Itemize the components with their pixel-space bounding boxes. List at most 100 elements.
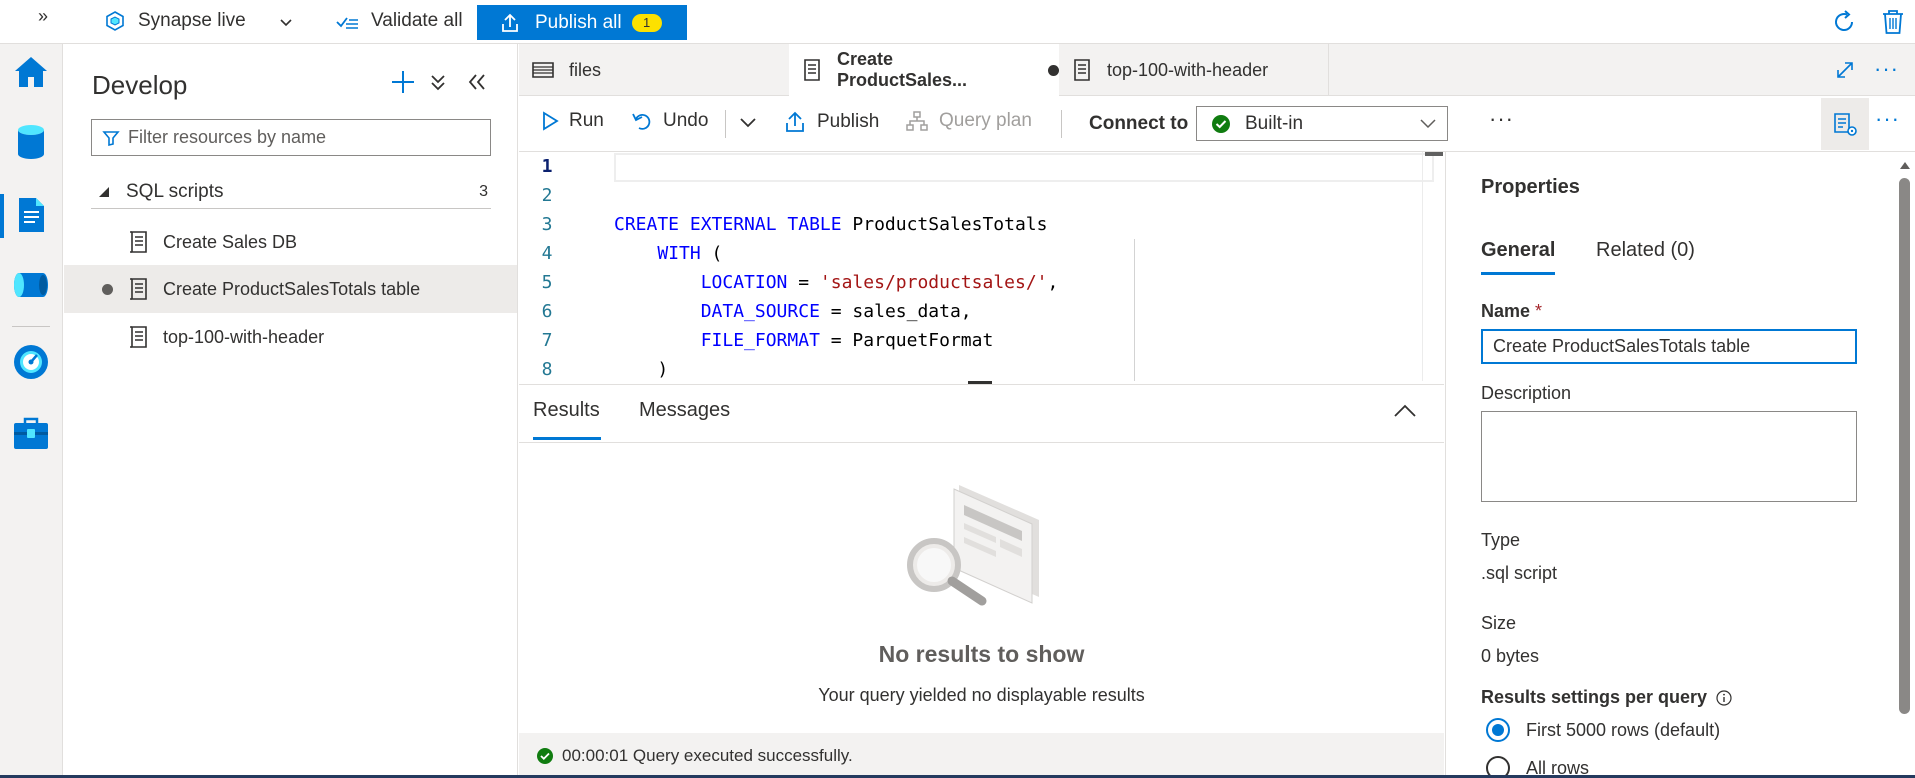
sql-text: ,	[1047, 272, 1059, 293]
code-text: FILE_FORMAT = ParquetFormat	[614, 326, 994, 355]
sql-script-icon	[128, 325, 150, 349]
home-icon[interactable]	[10, 51, 52, 93]
undo-dropdown-icon[interactable]	[739, 116, 757, 130]
monitor-icon[interactable]	[10, 341, 52, 383]
add-resource-button[interactable]	[389, 68, 417, 96]
filter-resources-input-box[interactable]	[91, 119, 491, 156]
code-line[interactable]: 6 DATA_SOURCE = sales_data,	[519, 297, 1419, 326]
code-editor[interactable]: 1 2 3 CREATE EXTERNAL TABLE ProductSalesTot…	[519, 152, 1444, 381]
code-line[interactable]: 2	[519, 181, 1419, 210]
radio-label: First 5000 rows (default)	[1526, 719, 1721, 740]
editor-toolbar: Run Undo Publish Query plan Connect to B…	[519, 96, 1915, 152]
develop-title: Develop	[92, 70, 188, 100]
rail-divider	[12, 326, 50, 327]
sql-text: (	[700, 243, 723, 264]
editor-scrollbar[interactable]	[1422, 152, 1444, 381]
code-text: LOCATION = 'sales/productsales/',	[614, 268, 1059, 297]
chevron-down-icon	[1419, 117, 1437, 131]
toolbar-more-icon[interactable]: ···	[1489, 106, 1514, 132]
publish-label: Publish	[817, 111, 880, 132]
properties-toggle-icon[interactable]	[1821, 98, 1869, 150]
tab-results[interactable]: Results	[533, 399, 600, 422]
synapse-live-menu[interactable]: Synapse live	[104, 10, 246, 32]
code-line[interactable]: 1	[519, 152, 1419, 181]
discard-icon[interactable]	[1880, 8, 1906, 36]
section-label: SQL scripts	[126, 180, 224, 202]
filter-resources-input[interactable]	[128, 127, 468, 148]
code-line[interactable]: 7 FILE_FORMAT = ParquetFormat	[519, 326, 1419, 355]
line-number: 4	[541, 243, 553, 264]
sql-script-icon	[801, 58, 823, 82]
code-line[interactable]: 4 WITH (	[519, 239, 1419, 268]
integrate-icon[interactable]	[10, 264, 52, 306]
expanded-triangle-icon	[98, 186, 110, 198]
connect-to-dropdown[interactable]: Built-in	[1196, 106, 1448, 141]
run-label: Run	[569, 110, 604, 131]
maximize-icon[interactable]	[1835, 60, 1855, 80]
name-input[interactable]	[1481, 329, 1857, 364]
toolbar-divider	[725, 110, 726, 138]
code-line[interactable]: 5 LOCATION = 'sales/productsales/',	[519, 268, 1419, 297]
sql-text: )	[614, 359, 669, 380]
validate-icon	[335, 10, 359, 32]
tab-general[interactable]: General	[1481, 239, 1555, 262]
undo-button[interactable]: Undo	[631, 110, 708, 132]
query-plan-button[interactable]: Query plan	[905, 110, 1032, 132]
tree-item-top-100-with-header[interactable]: top-100-with-header	[64, 313, 517, 361]
publish-icon	[783, 110, 807, 134]
undo-icon	[631, 110, 653, 132]
sql-script-icon	[1071, 58, 1093, 82]
info-icon[interactable]	[1716, 690, 1732, 706]
editor-scroll-thumb[interactable]	[1425, 152, 1443, 156]
tab-related[interactable]: Related (0)	[1596, 239, 1695, 262]
data-icon[interactable]	[10, 121, 52, 163]
files-icon	[531, 59, 555, 81]
radio-button-checked[interactable]	[1486, 718, 1510, 742]
properties-scroll-thumb[interactable]	[1899, 178, 1910, 714]
description-label: Description	[1481, 383, 1572, 403]
scroll-up-icon[interactable]	[1899, 160, 1911, 170]
line-number: 2	[541, 185, 553, 206]
manage-icon[interactable]	[10, 412, 52, 454]
refresh-icon[interactable]	[1830, 8, 1858, 36]
code-line[interactable]: 3 CREATE EXTERNAL TABLE ProductSalesTotal…	[519, 210, 1419, 239]
tree-item-create-sales-db[interactable]: Create Sales DB	[64, 218, 517, 266]
filter-icon	[102, 129, 120, 147]
size-label: Size	[1481, 613, 1517, 633]
sql-keyword: LOCATION	[700, 272, 788, 293]
success-check-icon	[536, 747, 554, 765]
run-button[interactable]: Run	[541, 110, 604, 132]
active-tab-underline	[1481, 272, 1555, 275]
properties-scrollbar[interactable]	[1894, 152, 1915, 778]
pending-count-badge: 1	[631, 13, 662, 32]
tabs-more-icon[interactable]: ···	[1874, 56, 1899, 82]
publish-button[interactable]: Publish	[783, 110, 879, 134]
tab-messages[interactable]: Messages	[639, 399, 730, 422]
radio-first-5000-rows[interactable]: First 5000 rows (default)	[1486, 718, 1720, 742]
validate-all-button[interactable]: Validate all	[335, 10, 463, 32]
description-textarea[interactable]	[1481, 411, 1857, 502]
tab-create-productsales[interactable]: Create ProductSales...	[789, 44, 1059, 96]
sql-string: 'sales/productsales/'	[819, 272, 1048, 293]
results-pane: Results Messages No results to show Your…	[519, 384, 1444, 778]
develop-icon[interactable]	[10, 194, 52, 236]
connect-to-label: Connect to	[1089, 113, 1189, 134]
publish-all-button[interactable]: Publish all 1	[477, 5, 687, 40]
unsaved-dot[interactable]	[1048, 64, 1059, 76]
results-settings-label: Results settings per query	[1481, 687, 1732, 708]
properties-title: Properties	[1481, 176, 1580, 198]
expand-nav-icon[interactable]: »	[38, 6, 48, 27]
properties-more-icon[interactable]: ···	[1875, 106, 1900, 132]
code-line[interactable]: 8 )	[519, 355, 1419, 381]
collapse-results-icon[interactable]	[1393, 403, 1417, 419]
tree-item-create-productsalestotals[interactable]: Create ProductSalesTotals table	[64, 265, 517, 313]
hide-pane-icon[interactable]	[467, 72, 487, 92]
sql-keyword: DATA_SOURCE	[700, 301, 820, 322]
tab-top-100-with-header[interactable]: top-100-with-header	[1059, 44, 1329, 96]
sql-scripts-section[interactable]: SQL scripts 3	[91, 175, 491, 209]
tab-files[interactable]: files	[519, 44, 789, 96]
sql-keyword: FILE_FORMAT	[700, 330, 820, 351]
collapse-all-icon[interactable]	[429, 72, 447, 92]
chevron-down-icon[interactable]	[278, 14, 294, 30]
